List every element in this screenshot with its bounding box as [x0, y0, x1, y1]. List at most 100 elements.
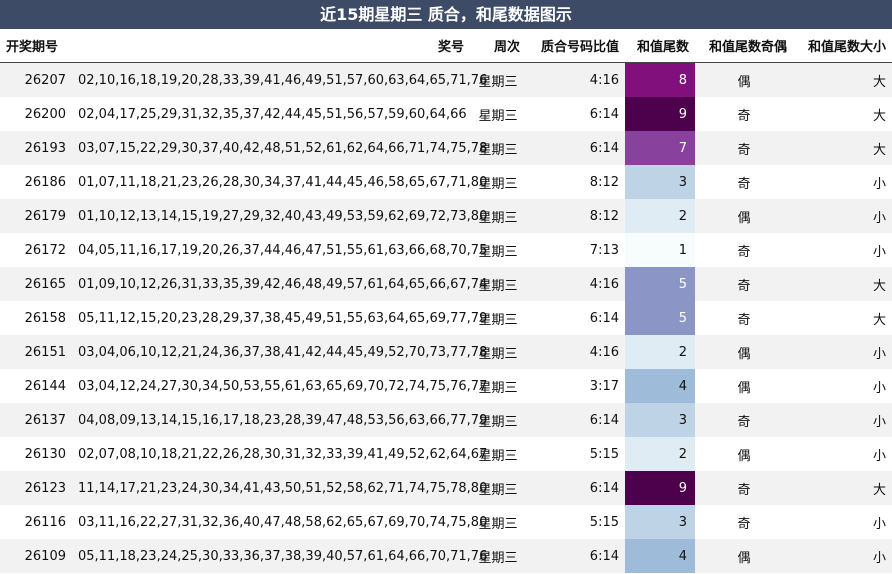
table-row: 26144 03,04,12,24,27,30,34,50,53,55,61,63… — [0, 369, 892, 403]
weekday-cell: 星期三 — [470, 437, 526, 471]
issue-cell: 26144 — [0, 369, 72, 403]
parity-cell: 奇 — [695, 97, 793, 131]
ratio-cell: 3:17 — [526, 369, 625, 403]
parity-cell: 奇 — [695, 131, 793, 165]
parity-cell: 偶 — [695, 369, 793, 403]
parity-cell: 偶 — [695, 335, 793, 369]
weekday-cell: 星期三 — [470, 301, 526, 335]
ratio-cell: 4:16 — [526, 267, 625, 301]
size-cell: 大 — [793, 267, 892, 301]
size-cell: 小 — [793, 403, 892, 437]
size-cell: 大 — [793, 301, 892, 335]
parity-cell: 奇 — [695, 301, 793, 335]
page-title: 近15期星期三 质合，和尾数据图示 — [0, 0, 892, 29]
issue-cell: 26193 — [0, 131, 72, 165]
parity-cell: 奇 — [695, 471, 793, 505]
tail-cell: 5 — [625, 267, 695, 301]
issue-cell: 26130 — [0, 437, 72, 471]
table-row: 26193 03,07,15,22,29,30,37,40,42,48,51,52… — [0, 131, 892, 165]
weekday-cell: 星期三 — [470, 97, 526, 131]
col-header-numbers: 奖号 — [72, 29, 470, 63]
parity-cell: 奇 — [695, 267, 793, 301]
tail-cell: 4 — [625, 369, 695, 403]
table-body: 26207 02,10,16,18,19,20,28,33,39,41,46,49… — [0, 62, 892, 573]
weekday-cell: 星期三 — [470, 233, 526, 267]
numbers-cell: 11,14,17,21,23,24,30,34,41,43,50,51,52,5… — [72, 471, 487, 505]
weekday-cell: 星期三 — [470, 267, 526, 301]
table-row: 26186 01,07,11,18,21,23,26,28,30,34,37,41… — [0, 165, 892, 199]
numbers-cell: 05,11,12,15,20,23,28,29,37,38,45,49,51,5… — [72, 301, 487, 335]
numbers-cell: 02,04,17,25,29,31,32,35,37,42,44,45,51,5… — [72, 97, 470, 131]
tail-cell: 3 — [625, 165, 695, 199]
header-row: 开奖期号 奖号 周次 质合号码比值 和值尾数 和值尾数奇偶 和值尾数大小 — [0, 29, 892, 63]
tail-cell: 9 — [625, 471, 695, 505]
weekday-cell: 星期三 — [470, 335, 526, 369]
numbers-cell: 03,04,12,24,27,30,34,50,53,55,61,63,65,6… — [72, 369, 487, 403]
numbers-cell: 03,04,06,10,12,21,24,36,37,38,41,42,44,4… — [72, 335, 487, 369]
issue-cell: 26109 — [0, 539, 72, 573]
parity-cell: 奇 — [695, 505, 793, 539]
ratio-cell: 7:13 — [526, 233, 625, 267]
size-cell: 小 — [793, 539, 892, 573]
col-header-issue: 开奖期号 — [0, 29, 72, 63]
tail-cell: 2 — [625, 199, 695, 233]
ratio-cell: 5:15 — [526, 437, 625, 471]
weekday-cell: 星期三 — [470, 199, 526, 233]
table-row: 26207 02,10,16,18,19,20,28,33,39,41,46,49… — [0, 62, 892, 97]
issue-cell: 26158 — [0, 301, 72, 335]
weekday-cell: 星期三 — [470, 403, 526, 437]
issue-cell: 26137 — [0, 403, 72, 437]
issue-cell: 26165 — [0, 267, 72, 301]
numbers-cell: 05,11,18,23,24,25,30,33,36,37,38,39,40,5… — [72, 539, 487, 573]
parity-cell: 奇 — [695, 165, 793, 199]
issue-cell: 26116 — [0, 505, 72, 539]
numbers-cell: 04,08,09,13,14,15,16,17,18,23,28,39,47,4… — [72, 403, 487, 437]
issue-cell: 26179 — [0, 199, 72, 233]
issue-cell: 26172 — [0, 233, 72, 267]
numbers-cell: 02,10,16,18,19,20,28,33,39,41,46,49,51,5… — [72, 62, 487, 97]
size-cell: 小 — [793, 437, 892, 471]
table-row: 26123 11,14,17,21,23,24,30,34,41,43,50,51… — [0, 471, 892, 505]
size-cell: 小 — [793, 369, 892, 403]
numbers-cell: 02,07,08,10,18,21,22,26,28,30,31,32,33,3… — [72, 437, 487, 471]
size-cell: 小 — [793, 199, 892, 233]
col-header-ratio: 质合号码比值 — [526, 29, 625, 63]
table-row: 26165 01,09,10,12,26,31,33,35,39,42,46,48… — [0, 267, 892, 301]
results-table: 开奖期号 奖号 周次 质合号码比值 和值尾数 和值尾数奇偶 和值尾数大小 262… — [0, 29, 892, 573]
ratio-cell: 6:14 — [526, 403, 625, 437]
ratio-cell: 6:14 — [526, 539, 625, 573]
tail-cell: 1 — [625, 233, 695, 267]
issue-cell: 26123 — [0, 471, 72, 505]
size-cell: 小 — [793, 335, 892, 369]
numbers-cell: 01,10,12,13,14,15,19,27,29,32,40,43,49,5… — [72, 199, 487, 233]
issue-cell: 26186 — [0, 165, 72, 199]
tail-cell: 3 — [625, 403, 695, 437]
ratio-cell: 8:12 — [526, 199, 625, 233]
issue-cell: 26207 — [0, 62, 72, 97]
tail-cell: 7 — [625, 131, 695, 165]
table-row: 26130 02,07,08,10,18,21,22,26,28,30,31,32… — [0, 437, 892, 471]
tail-cell: 8 — [625, 62, 695, 97]
numbers-cell: 03,07,15,22,29,30,37,40,42,48,51,52,61,6… — [72, 131, 487, 165]
col-header-weekday: 周次 — [470, 29, 526, 63]
tail-cell: 2 — [625, 437, 695, 471]
tail-cell: 4 — [625, 539, 695, 573]
ratio-cell: 6:14 — [526, 131, 625, 165]
size-cell: 小 — [793, 165, 892, 199]
numbers-cell: 03,11,16,22,27,31,32,36,40,47,48,58,62,6… — [72, 505, 487, 539]
table-row: 26158 05,11,12,15,20,23,28,29,37,38,45,49… — [0, 301, 892, 335]
weekday-cell: 星期三 — [470, 505, 526, 539]
issue-cell: 26200 — [0, 97, 72, 131]
ratio-cell: 8:12 — [526, 165, 625, 199]
tail-cell: 9 — [625, 97, 695, 131]
parity-cell: 偶 — [695, 199, 793, 233]
parity-cell: 奇 — [695, 403, 793, 437]
table-row: 26151 03,04,06,10,12,21,24,36,37,38,41,42… — [0, 335, 892, 369]
numbers-cell: 01,09,10,12,26,31,33,35,39,42,46,48,49,5… — [72, 267, 487, 301]
table-row: 26137 04,08,09,13,14,15,16,17,18,23,28,39… — [0, 403, 892, 437]
ratio-cell: 4:16 — [526, 62, 625, 97]
table-row: 26200 02,04,17,25,29,31,32,35,37,42,44,45… — [0, 97, 892, 131]
ratio-cell: 5:15 — [526, 505, 625, 539]
col-header-tail: 和值尾数 — [625, 29, 695, 63]
weekday-cell: 星期三 — [470, 131, 526, 165]
